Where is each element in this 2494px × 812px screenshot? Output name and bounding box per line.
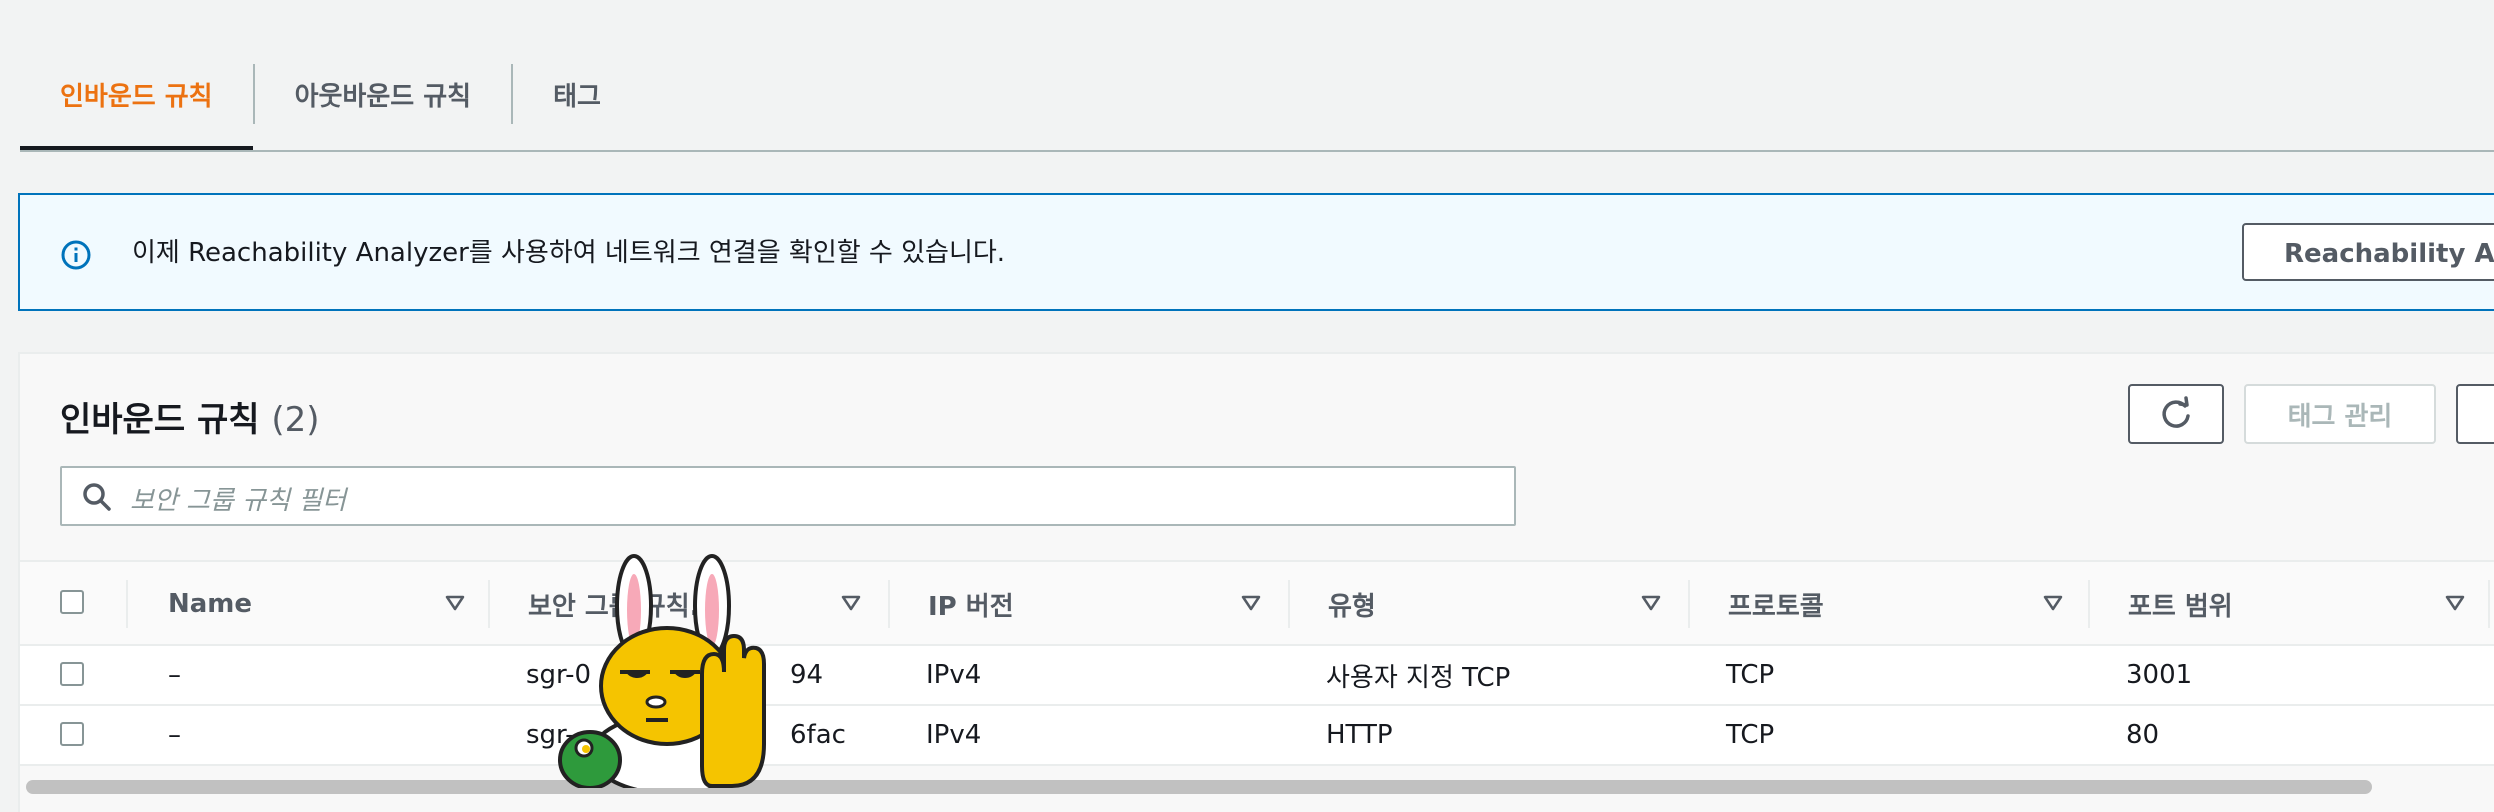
cell-protocol: TCP [1726,720,1775,750]
sort-icon[interactable] [840,592,862,614]
edit-rules-button[interactable] [2456,384,2494,444]
cell-ip-version: IPv4 [926,660,982,690]
info-icon [61,240,91,270]
table-header: Name 보안 그룹 규칙... IP 버전 유형 프로토콜 포트 범위 [20,560,2494,646]
sort-icon[interactable] [1240,592,1262,614]
tab-tags[interactable]: 태그 [513,38,641,150]
cell-name: – [168,720,181,750]
column-divider [888,580,890,628]
sort-icon[interactable] [2042,592,2064,614]
rule-filter-search[interactable]: 보안 그룹 규칙 필터 [60,466,1516,526]
cell-port-range: 3001 [2126,660,2193,690]
rule-count: (2) [271,400,320,440]
sort-icon[interactable] [2444,592,2466,614]
cell-type: HTTP [1326,720,1393,750]
column-label: IP 버전 [928,591,1014,622]
column-header-type[interactable]: 유형 [1328,562,1668,646]
cell-name: – [168,660,181,690]
search-icon [83,483,111,511]
character-sticker-icon [558,554,766,788]
scrollbar-thumb[interactable] [26,780,2372,794]
sort-icon[interactable] [444,592,466,614]
search-placeholder: 보안 그룹 규칙 필터 [130,486,347,516]
cell-protocol: TCP [1726,660,1775,690]
tab-inbound-rules[interactable]: 인바운드 규칙 [20,38,253,150]
column-label: 프로토콜 [1728,591,1824,622]
manage-tags-button[interactable]: 태그 관리 [2244,384,2436,444]
column-divider [1288,580,1290,628]
column-header-protocol[interactable]: 프로토콜 [1728,562,2068,646]
column-header-port-range[interactable]: 포트 범위 [2128,562,2468,646]
column-divider [488,580,490,628]
column-label: Name [168,589,253,619]
column-divider [1688,580,1690,628]
panel-title-text: 인바운드 규칙 [60,400,260,440]
refresh-icon [2162,396,2190,428]
cell-ip-version: IPv4 [926,720,982,750]
cell-port-range: 80 [2126,720,2160,750]
reachability-analyzer-button[interactable]: Reachability Analyzer [2242,223,2494,281]
cell-type: 사용자 지정 TCP [1326,662,1511,693]
banner-message: 이제 Reachability Analyzer를 사용하여 네트워크 연결을 … [132,238,1006,268]
column-header-name[interactable]: Name [168,562,468,646]
inbound-rules-panel: 인바운드 규칙 (2) 태그 관리 보안 그룹 규칙 필터 Name 보안 그룹… [18,352,2494,812]
tab-outbound-rules[interactable]: 아웃바운드 규칙 [255,38,512,150]
column-divider [126,580,128,628]
rule-tabs: 인바운드 규칙 아웃바운드 규칙 태그 [20,38,641,150]
table-row[interactable]: – sgr- 6fac IPv4 HTTP TCP 80 [20,706,2494,766]
horizontal-scrollbar[interactable] [20,774,2494,798]
row-checkbox[interactable] [60,722,84,746]
sort-icon[interactable] [1640,592,1662,614]
column-divider [2088,580,2090,628]
info-banner: 이제 Reachability Analyzer를 사용하여 네트워크 연결을 … [18,193,2494,311]
tabs-underline [20,150,2494,152]
table-row[interactable]: – sgr-0 94 IPv4 사용자 지정 TCP TCP 3001 [20,646,2494,706]
refresh-button[interactable] [2128,384,2224,444]
panel-title: 인바운드 규칙 (2) [60,392,320,441]
row-checkbox[interactable] [60,662,84,686]
column-label: 유형 [1328,591,1376,622]
column-label: 포트 범위 [2128,591,2233,622]
column-divider [2488,580,2490,628]
column-header-ip-version[interactable]: IP 버전 [928,562,1268,646]
select-all-checkbox[interactable] [60,590,84,614]
